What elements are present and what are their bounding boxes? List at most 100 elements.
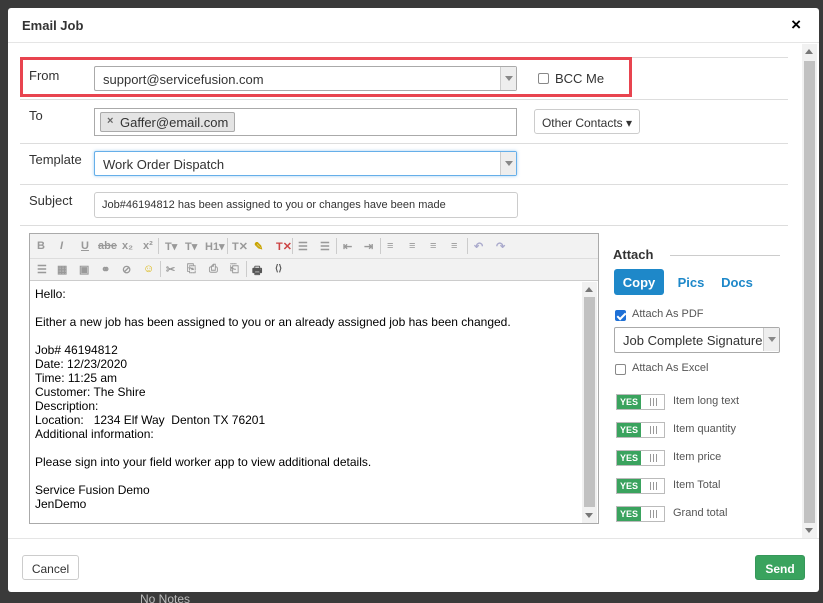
close-icon[interactable]: × [791,15,801,35]
toolbar-separator [467,238,468,254]
cut-icon[interactable]: ✂ [166,263,175,276]
emoji-icon[interactable]: ☺ [143,263,154,275]
remove-format-icon[interactable]: T✕ [276,240,292,253]
justify-icon[interactable]: ≡ [451,240,457,252]
image-icon[interactable]: ▣ [79,263,89,276]
to-recipients-input[interactable]: × Gaffer@email.com [94,108,517,136]
toolbar-separator [292,238,293,254]
divider [20,184,788,185]
remove-recipient-icon[interactable]: × [107,115,113,127]
indent-icon[interactable]: ⇥ [364,240,373,253]
tab-docs[interactable]: Docs [721,269,753,295]
editor-line: Time: 11:25 am [35,371,118,385]
template-select[interactable]: Work Order Dispatch [94,151,517,176]
editor-content[interactable]: Hello: Either a new job has been assigne… [35,287,580,511]
toggle-label: Item price [673,451,722,463]
email-body-editor[interactable]: B I U abe x₂ x² T▾ T▾ H1▾ T✕ ✎ T✕ ☰ ☰ ⇤ … [29,233,599,524]
toggle-grip-icon [650,482,657,490]
highlight-color-icon[interactable]: ✎ [254,240,263,253]
scroll-up-arrow-icon[interactable] [585,287,593,292]
pdf-template-select[interactable]: Job Complete Signature [614,327,780,353]
paste-icon[interactable]: ⎙ [209,263,218,276]
toggle-yes-label: YES [617,479,641,493]
bullet-list-icon[interactable]: ☰ [298,240,308,253]
attach-pdf-checkbox[interactable] [615,310,626,321]
toggle-item-long-text[interactable]: YES [616,394,665,410]
editor-line: Additional information: [35,427,154,441]
recipient-email: Gaffer@email.com [120,115,229,130]
scroll-down-arrow-icon[interactable] [585,513,593,518]
toggle-grip-icon [650,398,657,406]
redo-icon[interactable]: ↷ [496,240,505,253]
editor-line: Date: 12/23/2020 [35,357,128,371]
outdent-icon[interactable]: ⇤ [343,240,352,253]
modal-scrollbar[interactable] [802,44,817,538]
source-code-icon[interactable]: ⟨⟩ [275,263,282,274]
template-label: Template [29,152,82,167]
print-icon[interactable]: 🖶 [252,262,262,281]
tab-copy[interactable]: Copy [614,269,664,295]
subscript-button[interactable]: x₂ [122,240,133,252]
modal-title: Email Job [22,18,84,33]
toggle-yes-label: YES [617,451,641,465]
align-left-icon[interactable]: ≡ [387,240,393,252]
table-icon[interactable]: ▦ [57,263,67,276]
align-right-icon[interactable]: ≡ [430,240,436,252]
send-button[interactable]: Send [755,555,805,580]
toolbar-separator [380,238,381,254]
heading-button[interactable]: H1▾ [205,240,225,253]
toggle-label: Item Total [673,479,721,491]
to-label: To [29,108,43,123]
template-select-value: Work Order Dispatch [103,157,225,172]
editor-scrollbar[interactable] [582,282,597,523]
align-center-icon[interactable]: ≡ [409,240,415,252]
font-size-button[interactable]: T▾ [185,240,197,253]
scroll-up-arrow-icon[interactable] [805,49,813,54]
undo-icon[interactable]: ↶ [474,240,483,253]
from-row-highlight [20,57,632,97]
toolbar-separator [160,261,161,277]
editor-line: Service Fusion Demo [35,483,150,497]
cancel-button[interactable]: Cancel [22,555,79,580]
toggle-label: Grand total [673,507,728,519]
strikethrough-button[interactable]: abe [98,240,117,252]
attach-excel-checkbox[interactable] [615,364,626,375]
toggle-item-price[interactable]: YES [616,450,665,466]
dropdown-caret-icon [500,152,516,175]
scroll-down-arrow-icon[interactable] [805,528,813,533]
toolbar-separator [227,238,228,254]
superscript-button[interactable]: x² [143,240,153,252]
link-icon[interactable]: ⚭ [101,263,110,276]
numbered-list-icon[interactable]: ☰ [320,240,330,253]
font-family-button[interactable]: T▾ [165,240,177,253]
scrollbar-thumb[interactable] [804,61,815,523]
underline-button[interactable]: U [81,240,89,252]
editor-line: Either a new job has been assigned to yo… [35,315,511,329]
clear-format-icon[interactable]: T✕ [232,240,248,253]
subject-input[interactable]: Job#46194812 has been assigned to you or… [94,192,518,218]
editor-scrollbar-thumb[interactable] [584,297,595,507]
modal-footer: Cancel Send [8,538,819,592]
toolbar-separator [246,261,247,277]
toggle-label: Item quantity [673,423,736,435]
editor-line: Customer: The Shire [35,385,146,399]
toggle-item-total[interactable]: YES [616,478,665,494]
tab-pics[interactable]: Pics [676,269,706,295]
horizontal-rule-icon[interactable]: ☰ [37,263,47,276]
paste-text-icon[interactable]: ⎗ [230,263,239,276]
attach-pdf-label: Attach As PDF [632,308,704,320]
toggle-grip-icon [650,426,657,434]
toggle-item-quantity[interactable]: YES [616,422,665,438]
italic-button[interactable]: I [60,240,63,252]
toolbar-separator [336,238,337,254]
divider [20,143,788,144]
attach-divider [670,255,780,256]
background-notes-text: No Notes [140,592,191,603]
toggle-grand-total[interactable]: YES [616,506,665,522]
unlink-icon[interactable]: ⊘ [122,263,131,276]
other-contacts-button[interactable]: Other Contacts ▾ [534,109,640,134]
dropdown-caret-icon [763,328,779,351]
bold-button[interactable]: B [37,240,45,252]
copy-icon[interactable]: ⎘ [187,263,196,276]
